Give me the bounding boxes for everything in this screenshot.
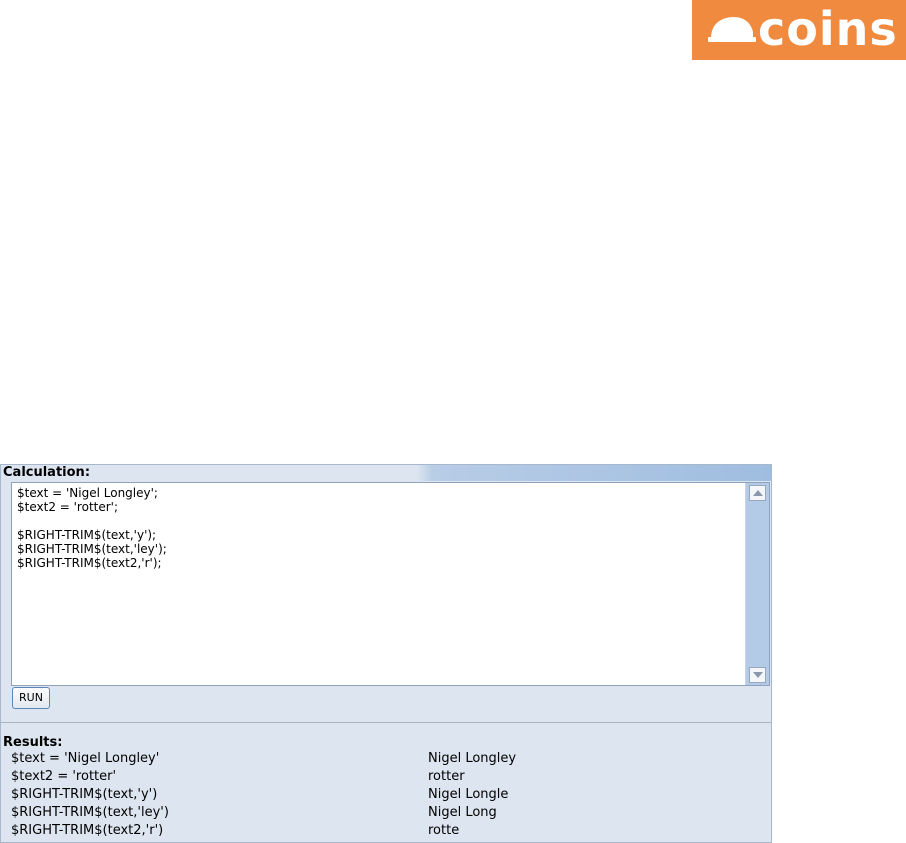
page: coins Calculation: $text = 'Nigel Longle… xyxy=(0,0,906,843)
results-list: $text = 'Nigel Longley' Nigel Longley $t… xyxy=(11,750,751,840)
result-row: $RIGHT-TRIM$(text2,'r') rotte xyxy=(11,822,751,840)
result-row: $RIGHT-TRIM$(text,'y') Nigel Longle xyxy=(11,786,751,804)
result-expression: $RIGHT-TRIM$(text,'y') xyxy=(11,787,158,802)
result-expression: $RIGHT-TRIM$(text2,'r') xyxy=(11,823,164,838)
result-value: Nigel Longle xyxy=(428,787,509,802)
run-button[interactable]: RUN xyxy=(12,687,50,709)
result-expression: $text = 'Nigel Longley' xyxy=(11,751,160,766)
divider xyxy=(1,722,771,723)
logo-text: coins xyxy=(758,2,898,56)
calculator-panel: Calculation: $text = 'Nigel Longley'; $t… xyxy=(0,464,772,843)
result-expression: $RIGHT-TRIM$(text,'ley') xyxy=(11,805,169,820)
result-row: $RIGHT-TRIM$(text,'ley') Nigel Long xyxy=(11,804,751,822)
result-value: Nigel Long xyxy=(428,805,497,820)
result-row: $text = 'Nigel Longley' Nigel Longley xyxy=(11,750,751,768)
calculation-code[interactable]: $text = 'Nigel Longley'; $text2 = 'rotte… xyxy=(17,486,743,570)
arrow-down-icon xyxy=(752,672,763,678)
results-title: Results: xyxy=(3,735,63,750)
result-value: rotte xyxy=(428,823,460,838)
coins-logo: coins xyxy=(692,0,906,60)
arrow-up-icon xyxy=(752,490,763,496)
scroll-down-button[interactable] xyxy=(749,667,766,683)
calculation-editor[interactable]: $text = 'Nigel Longley'; $text2 = 'rotte… xyxy=(11,482,770,686)
result-row: $text2 = 'rotter' rotter xyxy=(11,768,751,786)
scroll-up-button[interactable] xyxy=(749,485,766,501)
result-value: rotter xyxy=(428,769,465,784)
result-value: Nigel Longley xyxy=(428,751,517,766)
hard-hat-icon xyxy=(708,17,756,42)
calculation-header: Calculation: xyxy=(1,465,771,481)
editor-scrollbar[interactable] xyxy=(745,483,769,685)
result-expression: $text2 = 'rotter' xyxy=(11,769,117,784)
